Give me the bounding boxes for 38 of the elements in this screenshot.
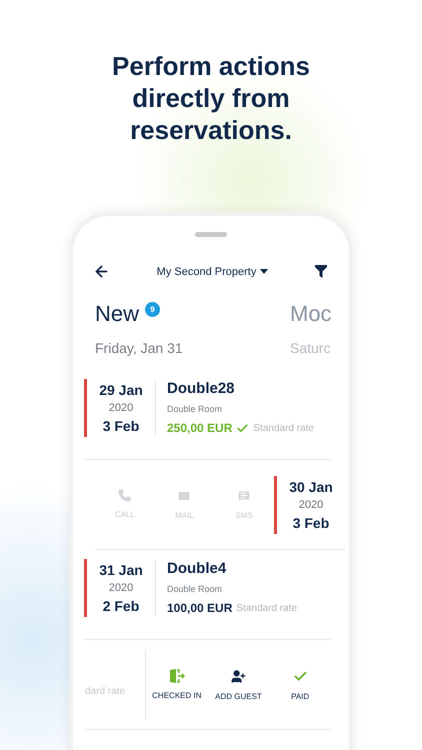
back-button[interactable]	[93, 263, 110, 280]
back-arrow-icon	[93, 263, 110, 280]
rate-name: Standard rate	[236, 602, 297, 614]
year: 2020	[298, 498, 324, 510]
column-date: Saturc	[290, 340, 332, 356]
price: 250,00 EUR	[167, 421, 232, 435]
year: 2020	[108, 402, 134, 414]
room-type: Double Room	[167, 404, 224, 414]
rate-name: dard rate	[85, 686, 126, 697]
rate-name: Standard rate	[253, 422, 314, 434]
message-icon	[237, 489, 252, 503]
departure-date: 3 Feb	[292, 514, 330, 530]
headline: Perform actions directly from reservations.	[111, 50, 311, 146]
column-date: Friday, Jan 31	[95, 340, 184, 356]
price: 100,00 EUR	[167, 601, 232, 615]
departure-date: 3 Feb	[102, 418, 140, 434]
arrival-date: 31 Jan	[99, 562, 143, 578]
door-arrow-icon	[168, 668, 185, 682]
column-title[interactable]: New	[95, 302, 140, 326]
room-type: Double Room	[167, 584, 224, 594]
check-icon	[236, 422, 250, 434]
phone-icon	[118, 489, 132, 502]
room-name: Double4	[167, 560, 228, 577]
arrival-date: 30 Jan	[289, 478, 333, 494]
speaker-icon	[195, 232, 227, 237]
departure-date: 2 Feb	[102, 598, 140, 614]
action-button[interactable]: ADD GUEST	[211, 668, 266, 700]
room-name: Double28	[167, 380, 236, 397]
year: 2020	[108, 582, 134, 594]
arrival-date: 29 Jan	[99, 382, 143, 398]
action-button[interactable]: PAID	[273, 668, 328, 700]
count-badge: 9	[145, 302, 160, 317]
add-user-icon	[230, 668, 246, 684]
caret-icon	[260, 269, 268, 274]
property-dropdown[interactable]: My Second Property	[156, 266, 268, 278]
filter-icon	[315, 265, 327, 278]
action-button[interactable]: CHECKED IN	[150, 668, 204, 700]
filter-button[interactable]	[315, 265, 327, 278]
